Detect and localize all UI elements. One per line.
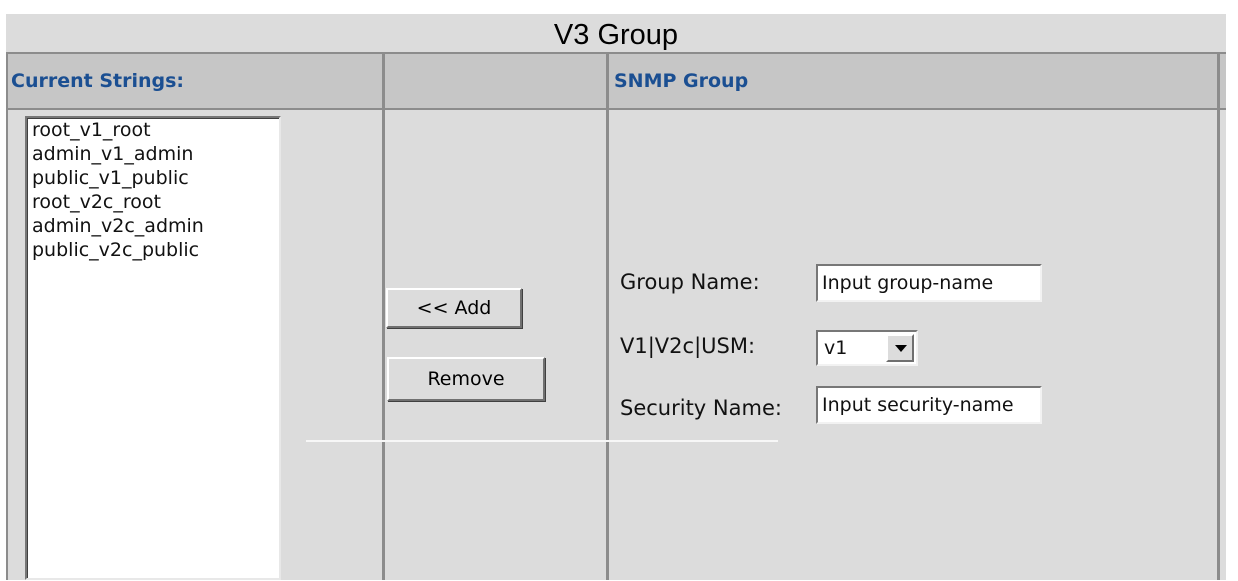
list-item[interactable]: admin_v1_admin <box>27 142 279 166</box>
list-item[interactable]: root_v1_root <box>27 118 279 142</box>
grid-line <box>382 52 385 580</box>
grid-line <box>1217 52 1220 580</box>
divider <box>306 440 778 442</box>
header-middle <box>385 54 606 108</box>
current-strings-list[interactable]: root_v1_root admin_v1_admin public_v1_pu… <box>25 116 281 580</box>
version-select[interactable]: v1 <box>816 330 918 366</box>
chevron-down-icon <box>895 345 907 352</box>
group-name-label: Group Name: <box>620 270 760 294</box>
add-button[interactable]: << Add <box>386 288 522 328</box>
list-item[interactable]: admin_v2c_admin <box>27 214 279 238</box>
header-snmp-group-label: SNMP Group <box>614 70 749 92</box>
version-label: V1|V2c|USM: <box>620 334 756 358</box>
header-current-strings-label: Current Strings: <box>11 70 185 92</box>
header-snmp-group: SNMP Group <box>609 54 1226 108</box>
list-item[interactable]: public_v1_public <box>27 166 279 190</box>
security-name-input[interactable]: Input security-name <box>816 386 1042 424</box>
v3-group-panel: V3 Group Current Strings: SNMP Group roo… <box>6 14 1226 580</box>
version-dropdown-button[interactable] <box>886 334 914 362</box>
header-current-strings: Current Strings: <box>6 54 382 108</box>
grid-line <box>6 52 8 580</box>
list-item[interactable]: public_v2c_public <box>27 238 279 262</box>
grid-line <box>6 108 1226 110</box>
grid-line <box>6 52 1226 54</box>
security-name-label: Security Name: <box>620 396 782 420</box>
group-name-input[interactable]: Input group-name <box>816 264 1042 302</box>
grid-line <box>606 52 609 580</box>
version-selected-value: v1 <box>824 337 848 359</box>
list-item[interactable]: root_v2c_root <box>27 190 279 214</box>
page-title: V3 Group <box>553 19 679 51</box>
remove-button[interactable]: Remove <box>387 357 545 401</box>
